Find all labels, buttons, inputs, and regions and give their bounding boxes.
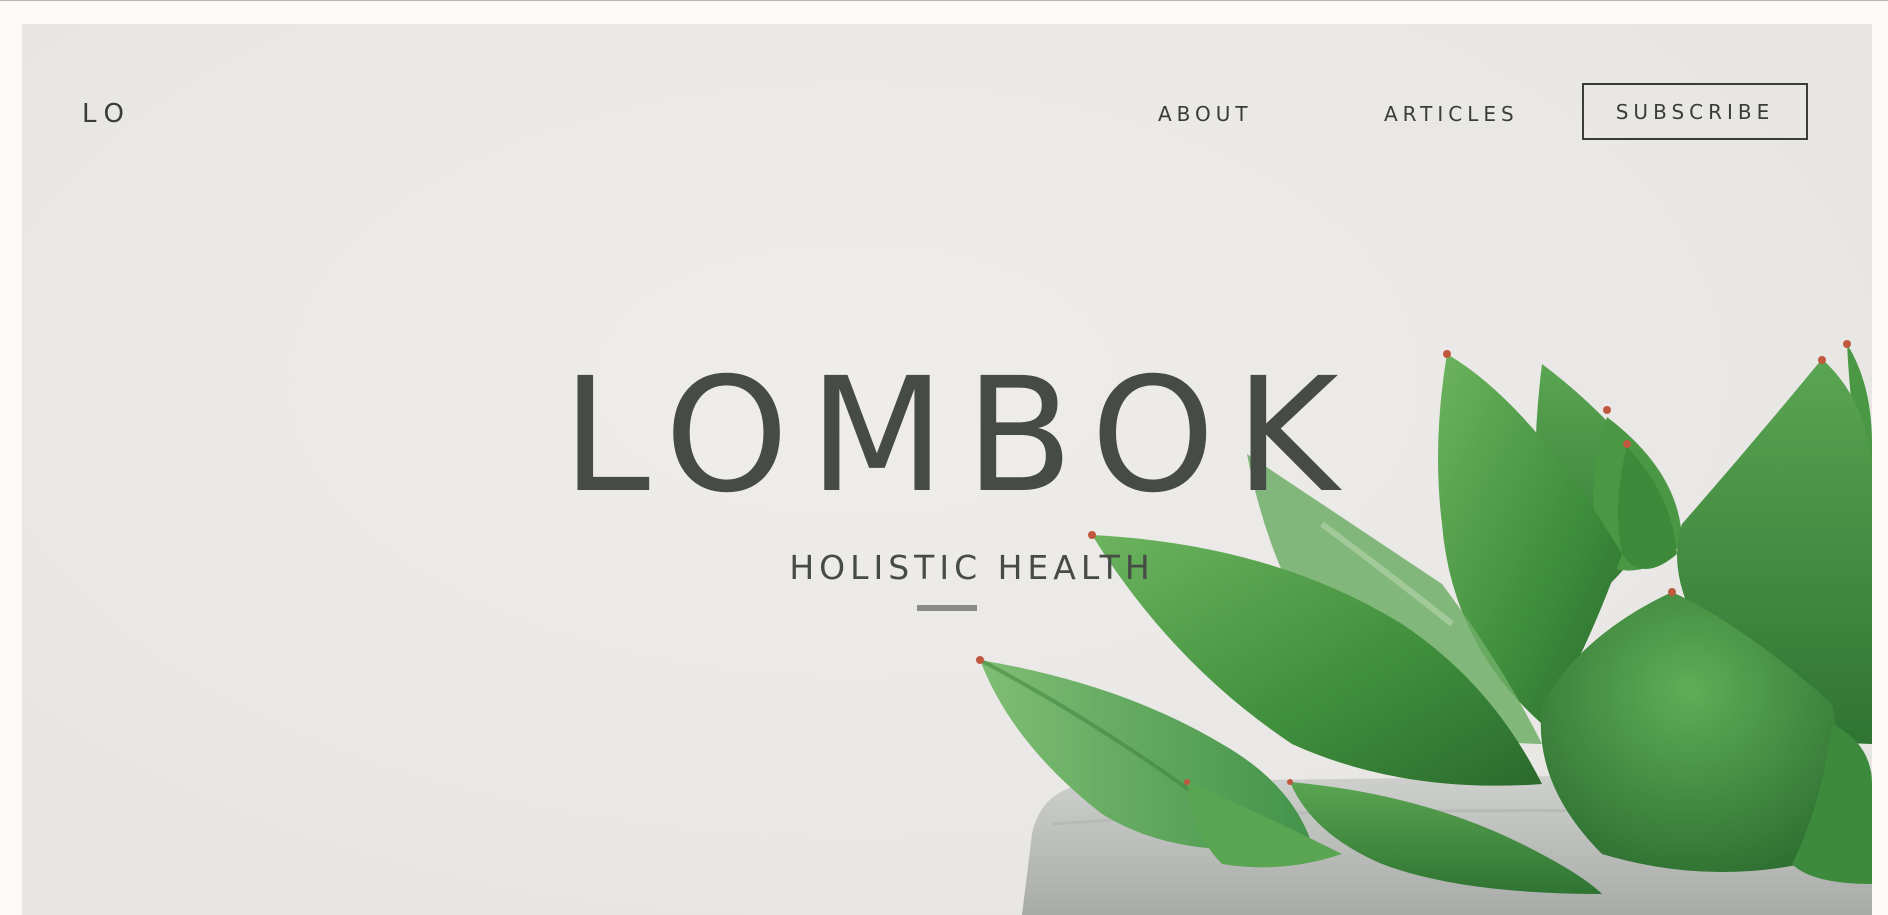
hero-section: LO ABOUT ARTICLES SUBSCRIBE LOMBOK HOLIS…: [22, 24, 1872, 915]
title-divider: [917, 605, 977, 611]
top-border-line: [0, 0, 1888, 1]
nav-articles-link[interactable]: ARTICLES: [1384, 102, 1519, 126]
nav-about-link[interactable]: ABOUT: [1158, 102, 1253, 126]
site-logo[interactable]: LO: [82, 99, 132, 129]
subscribe-button[interactable]: SUBSCRIBE: [1582, 83, 1808, 140]
hero-subtitle: HOLISTIC HEALTH: [789, 548, 1155, 587]
hero-title: LOMBOK: [562, 344, 1359, 528]
